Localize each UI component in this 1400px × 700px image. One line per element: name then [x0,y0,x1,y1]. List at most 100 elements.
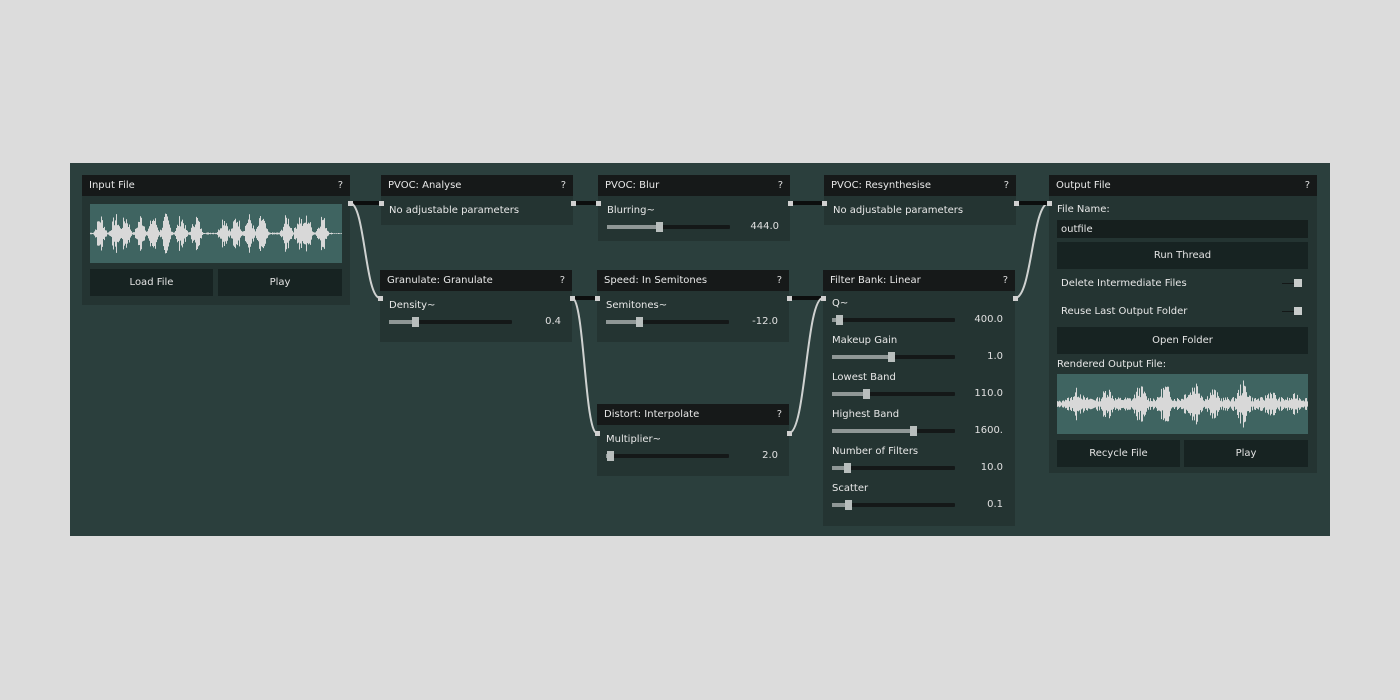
connection-wire [788,297,824,434]
node-header[interactable]: PVOC: Analyse? [381,175,573,196]
connection-port[interactable] [571,201,576,206]
param-label: Blurring~ [607,205,655,216]
load-file-button[interactable]: Load File [90,269,213,296]
input-waveform[interactable] [90,204,342,263]
granulate-node[interactable]: Granulate: Granulate? Density~ 0.4 [380,270,572,342]
param-value: 1.0 [987,351,1003,362]
connection-port[interactable] [1013,296,1018,301]
open-folder-button[interactable]: Open Folder [1057,327,1308,354]
output-play-button[interactable]: Play [1184,440,1308,467]
param-value: -12.0 [752,316,778,327]
node-title: Output File [1056,180,1111,191]
slider-handle[interactable] [606,451,614,461]
param-label: Scatter [832,483,869,494]
connection-port[interactable] [348,201,353,206]
run-thread-button[interactable]: Run Thread [1057,242,1308,269]
node-title: PVOC: Analyse [388,180,462,191]
connection-port[interactable] [821,296,826,301]
connection-port[interactable] [787,296,792,301]
filter-param-slider[interactable] [832,352,955,362]
density-slider[interactable] [389,317,512,327]
rendered-output-label: Rendered Output File: [1057,359,1167,370]
filter-param-slider[interactable] [832,426,955,436]
connection-port[interactable] [379,201,384,206]
node-header[interactable]: Output File? [1049,175,1317,196]
help-icon[interactable]: ? [1003,275,1008,286]
waveform-path [1057,380,1308,428]
connection-port[interactable] [787,431,792,436]
node-title: PVOC: Blur [605,180,660,191]
reuse-folder-toggle[interactable] [1294,307,1302,315]
delete-intermediate-label: Delete Intermediate Files [1061,278,1187,289]
speed-node[interactable]: Speed: In Semitones? Semitones~ -12.0 [597,270,789,342]
connection-port[interactable] [595,296,600,301]
node-header[interactable]: Input File? [82,175,350,196]
param-label: Multiplier~ [606,434,661,445]
toggle-track [1282,311,1294,312]
filter-param-slider[interactable] [832,500,955,510]
slider-handle[interactable] [863,389,871,399]
help-icon[interactable]: ? [560,275,565,286]
help-icon[interactable]: ? [1004,180,1009,191]
no-params-text: No adjustable parameters [389,205,520,216]
param-value: 0.1 [987,499,1003,510]
output-waveform[interactable] [1057,374,1308,434]
slider-handle[interactable] [411,317,419,327]
connection-port[interactable] [788,201,793,206]
slider-handle[interactable] [655,222,663,232]
filter-param-slider[interactable] [832,389,955,399]
node-header[interactable]: PVOC: Blur? [598,175,790,196]
param-value: 400.0 [974,314,1003,325]
filter-param-slider[interactable] [832,463,955,473]
pvoc-blur-node[interactable]: PVOC: Blur? Blurring~ 444.0 [598,175,790,241]
help-icon[interactable]: ? [338,180,343,191]
filter-param-slider[interactable] [832,315,955,325]
node-header[interactable]: Speed: In Semitones? [597,270,789,291]
filter-bank-node[interactable]: Filter Bank: Linear? Q~ 400.0 Makeup Gain 1… [823,270,1015,526]
distort-node[interactable]: Distort: Interpolate? Multiplier~ 2.0 [597,404,789,476]
slider-handle[interactable] [836,315,844,325]
node-header[interactable]: Distort: Interpolate? [597,404,789,425]
play-button[interactable]: Play [218,269,342,296]
multiplier-slider[interactable] [606,451,729,461]
connection-port[interactable] [378,296,383,301]
help-icon[interactable]: ? [777,275,782,286]
connection-port[interactable] [595,431,600,436]
slider-handle[interactable] [888,352,896,362]
help-icon[interactable]: ? [778,180,783,191]
node-header[interactable]: Filter Bank: Linear? [823,270,1015,291]
slider-handle[interactable] [843,463,851,473]
connection-port[interactable] [596,201,601,206]
semitones-slider[interactable] [606,317,729,327]
slider-handle[interactable] [910,426,918,436]
help-icon[interactable]: ? [777,409,782,420]
node-title: Filter Bank: Linear [830,275,921,286]
param-label: Q~ [832,298,849,309]
file-name-input[interactable]: outfile [1057,220,1308,238]
slider-handle[interactable] [844,500,852,510]
node-header[interactable]: PVOC: Resynthesise? [824,175,1016,196]
help-icon[interactable]: ? [1305,180,1310,191]
pvoc-resynthesise-node[interactable]: PVOC: Resynthesise? No adjustable parame… [824,175,1016,225]
recycle-file-button[interactable]: Recycle File [1057,440,1180,467]
blurring-slider[interactable] [607,222,730,232]
reuse-folder-label: Reuse Last Output Folder [1061,306,1188,317]
param-label: Makeup Gain [832,335,898,346]
input-file-node[interactable]: Input File? Load File Play [82,175,350,305]
no-params-text: No adjustable parameters [833,205,964,216]
connection-port[interactable] [1047,201,1052,206]
connection-port[interactable] [1014,201,1019,206]
connection-port[interactable] [570,296,575,301]
node-header[interactable]: Granulate: Granulate? [380,270,572,291]
param-label: Number of Filters [832,446,919,457]
pvoc-analyse-node[interactable]: PVOC: Analyse? No adjustable parameters [381,175,573,225]
node-graph-canvas[interactable]: Input File? Load File Play PVOC: Analyse… [70,163,1330,536]
waveform-graphic [90,213,342,254]
slider-handle[interactable] [636,317,644,327]
help-icon[interactable]: ? [561,180,566,191]
output-file-node[interactable]: Output File? File Name: outfile Run Thre… [1049,175,1317,473]
param-value: 0.4 [545,316,561,327]
node-title: Speed: In Semitones [604,275,708,286]
connection-port[interactable] [822,201,827,206]
delete-intermediate-toggle[interactable] [1294,279,1302,287]
